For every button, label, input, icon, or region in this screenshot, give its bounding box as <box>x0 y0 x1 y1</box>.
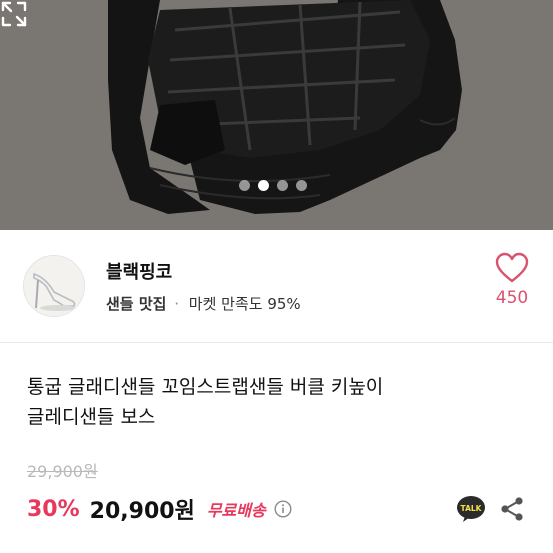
sale-price: 20,900원 <box>89 499 195 524</box>
seller-avatar[interactable] <box>23 255 85 317</box>
product-title-line: 글레디샌들 보스 <box>27 406 156 428</box>
section-divider <box>0 342 553 343</box>
carousel-dot-active[interactable] <box>258 180 269 191</box>
product-image-carousel[interactable] <box>0 0 553 230</box>
heart-outline-icon <box>495 252 529 283</box>
kakaotalk-icon: TALK <box>457 496 485 522</box>
share-button[interactable] <box>499 496 525 522</box>
glass-heel-logo-icon <box>24 256 84 316</box>
expand-icon[interactable] <box>0 0 28 28</box>
kakaotalk-button[interactable]: TALK <box>456 494 486 524</box>
carousel-dot[interactable] <box>277 180 288 191</box>
carousel-dot[interactable] <box>296 180 307 191</box>
seller-info[interactable]: 블랙핑코 샌들 맛집 · 마켓 만족도 95% 450 <box>0 230 553 342</box>
seller-tag: 샌들 맛집 <box>106 295 167 313</box>
talk-label: TALK <box>461 504 483 513</box>
carousel-dot[interactable] <box>239 180 250 191</box>
product-photo <box>0 0 553 230</box>
price-row: 30% 20,900원 무료배송 <box>27 492 292 526</box>
carousel-indicator <box>239 180 307 191</box>
meta-separator: · <box>174 295 179 313</box>
share-icon <box>501 497 523 521</box>
info-icon[interactable] <box>274 500 292 518</box>
seller-name[interactable]: 블랙핑코 <box>106 258 172 284</box>
like-button[interactable]: 450 <box>488 252 536 308</box>
free-shipping-label: 무료배송 <box>206 501 266 520</box>
original-price: 29,900원 <box>27 462 98 481</box>
like-count: 450 <box>495 288 529 308</box>
seller-rating: 마켓 만족도 95% <box>188 295 301 313</box>
seller-meta: 샌들 맛집 · 마켓 만족도 95% <box>106 293 301 314</box>
discount-rate: 30% <box>27 496 80 522</box>
product-title-line: 통굽 글래디샌들 꼬임스트랩샌들 버클 키높이 <box>27 376 384 398</box>
product-title: 통굽 글래디샌들 꼬임스트랩샌들 버클 키높이 글레디샌들 보스 <box>27 372 527 432</box>
